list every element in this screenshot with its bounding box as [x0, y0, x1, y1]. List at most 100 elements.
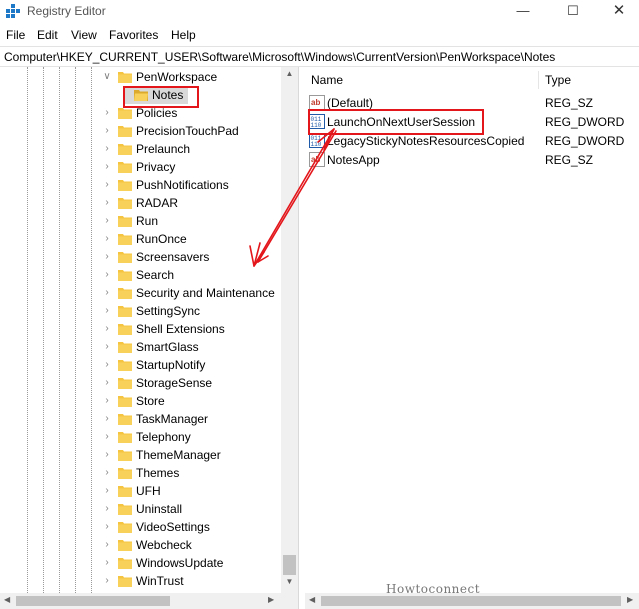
tree-item[interactable]: › Telephony — [0, 428, 280, 446]
tree-item[interactable]: › Themes — [0, 464, 280, 482]
tree-item[interactable]: › StartupNotify — [0, 356, 280, 374]
chevron-right-icon[interactable]: › — [101, 464, 113, 482]
tree-item[interactable]: › Screensavers — [0, 248, 280, 266]
scroll-thumb[interactable] — [16, 596, 170, 606]
string-value-icon: ab — [309, 152, 325, 167]
scroll-right-icon[interactable]: ▶ — [268, 595, 274, 604]
tree-item[interactable]: › Search — [0, 266, 280, 284]
chevron-right-icon[interactable]: › — [101, 536, 113, 554]
column-divider[interactable] — [538, 71, 539, 89]
tree-item[interactable]: › Uninstall — [0, 500, 280, 518]
chevron-right-icon[interactable]: › — [101, 572, 113, 590]
chevron-right-icon[interactable]: › — [101, 554, 113, 572]
scroll-thumb[interactable] — [283, 555, 296, 575]
value-type: REG_SZ — [545, 96, 594, 110]
chevron-right-icon[interactable]: › — [101, 518, 113, 536]
scroll-down-icon[interactable]: ▼ — [281, 577, 298, 586]
tree-item[interactable]: › ThemeManager — [0, 446, 280, 464]
menu-favorites[interactable]: Favorites — [109, 28, 158, 42]
chevron-down-icon[interactable]: ∨ — [101, 68, 113, 86]
highlight-box-notes — [123, 86, 199, 108]
highlight-box-value — [308, 109, 484, 135]
chevron-right-icon[interactable]: › — [101, 428, 113, 446]
menu-view[interactable]: View — [71, 28, 97, 42]
tree-item-label: Security and Maintenance — [136, 286, 275, 300]
chevron-right-icon[interactable]: › — [101, 104, 113, 122]
tree-item[interactable]: › WinTrust — [0, 572, 280, 590]
tree-item[interactable]: › Store — [0, 392, 280, 410]
chevron-right-icon[interactable]: › — [101, 230, 113, 248]
menu-edit[interactable]: Edit — [37, 28, 58, 42]
tree-item-label: TaskManager — [136, 412, 209, 426]
tree-item[interactable]: › Prelaunch — [0, 140, 280, 158]
folder-icon — [118, 180, 132, 191]
chevron-right-icon[interactable]: › — [101, 212, 113, 230]
folder-icon — [118, 486, 132, 497]
scroll-up-icon[interactable]: ▲ — [281, 69, 298, 78]
chevron-right-icon[interactable]: › — [101, 482, 113, 500]
column-header-type[interactable]: Type — [545, 67, 571, 93]
chevron-right-icon[interactable]: › — [101, 194, 113, 212]
maximize-button[interactable]: ☐ — [550, 0, 596, 24]
scroll-left-icon[interactable]: ◀ — [309, 595, 315, 604]
tree-item[interactable]: › Privacy — [0, 158, 280, 176]
tree-item-penworkspace[interactable]: ∨ PenWorkspace — [0, 68, 280, 86]
minimize-button[interactable]: — — [500, 0, 546, 24]
chevron-right-icon[interactable]: › — [101, 446, 113, 464]
chevron-right-icon[interactable]: › — [101, 158, 113, 176]
folder-icon — [118, 378, 132, 389]
menu-help[interactable]: Help — [171, 28, 196, 42]
tree-horizontal-scrollbar[interactable]: ◀ ▶ — [0, 593, 298, 609]
key-tree[interactable]: ∨ PenWorkspace Notes › Policies › Precision… — [0, 67, 298, 593]
tree-item[interactable]: › PushNotifications — [0, 176, 280, 194]
tree-item[interactable]: › Webcheck — [0, 536, 280, 554]
chevron-right-icon[interactable]: › — [101, 392, 113, 410]
tree-vertical-scrollbar[interactable]: ▲ ▼ — [281, 67, 298, 593]
tree-item-label: PrecisionTouchPad — [136, 124, 239, 138]
folder-icon — [118, 576, 132, 587]
tree-item-label: WindowsUpdate — [136, 556, 224, 570]
tree-item[interactable]: › TaskManager — [0, 410, 280, 428]
chevron-right-icon[interactable]: › — [101, 302, 113, 320]
tree-item[interactable]: › Run — [0, 212, 280, 230]
chevron-right-icon[interactable]: › — [101, 140, 113, 158]
tree-item-label: PenWorkspace — [136, 70, 218, 84]
scroll-right-icon[interactable]: ▶ — [627, 595, 633, 604]
chevron-right-icon[interactable]: › — [101, 176, 113, 194]
tree-item[interactable]: › StorageSense — [0, 374, 280, 392]
minimize-icon: — — [516, 3, 530, 18]
chevron-right-icon[interactable]: › — [101, 320, 113, 338]
close-button[interactable]: ✕ — [596, 0, 639, 24]
chevron-right-icon[interactable]: › — [101, 122, 113, 140]
folder-icon — [118, 540, 132, 551]
chevron-right-icon[interactable]: › — [101, 266, 113, 284]
menu-file[interactable]: File — [6, 28, 25, 42]
folder-icon — [118, 522, 132, 533]
tree-item[interactable]: › Security and Maintenance — [0, 284, 280, 302]
value-row[interactable]: ab NotesApp REG_SZ — [305, 150, 639, 169]
chevron-right-icon[interactable]: › — [101, 356, 113, 374]
scroll-left-icon[interactable]: ◀ — [4, 595, 10, 604]
folder-icon — [118, 108, 132, 119]
values-list[interactable]: Name Type ab (Default) REG_SZ 011 110 La… — [305, 67, 639, 593]
chevron-right-icon[interactable]: › — [101, 374, 113, 392]
column-header-name[interactable]: Name — [311, 67, 343, 93]
tree-item[interactable]: › SmartGlass — [0, 338, 280, 356]
chevron-right-icon[interactable]: › — [101, 500, 113, 518]
tree-item[interactable]: › SettingSync — [0, 302, 280, 320]
address-path: Computer\HKEY_CURRENT_USER\Software\Micr… — [4, 50, 556, 64]
tree-item[interactable]: › RunOnce — [0, 230, 280, 248]
tree-item[interactable]: › VideoSettings — [0, 518, 280, 536]
tree-item[interactable]: › RADAR — [0, 194, 280, 212]
tree-item[interactable]: › WindowsUpdate — [0, 554, 280, 572]
chevron-right-icon[interactable]: › — [101, 410, 113, 428]
chevron-right-icon[interactable]: › — [101, 284, 113, 302]
tree-item[interactable]: › PrecisionTouchPad — [0, 122, 280, 140]
pane-splitter[interactable] — [298, 67, 304, 609]
scroll-thumb[interactable] — [321, 596, 621, 606]
chevron-right-icon[interactable]: › — [101, 338, 113, 356]
tree-item[interactable]: › UFH — [0, 482, 280, 500]
address-bar[interactable]: Computer\HKEY_CURRENT_USER\Software\Micr… — [0, 46, 639, 67]
tree-item[interactable]: › Shell Extensions — [0, 320, 280, 338]
chevron-right-icon[interactable]: › — [101, 248, 113, 266]
